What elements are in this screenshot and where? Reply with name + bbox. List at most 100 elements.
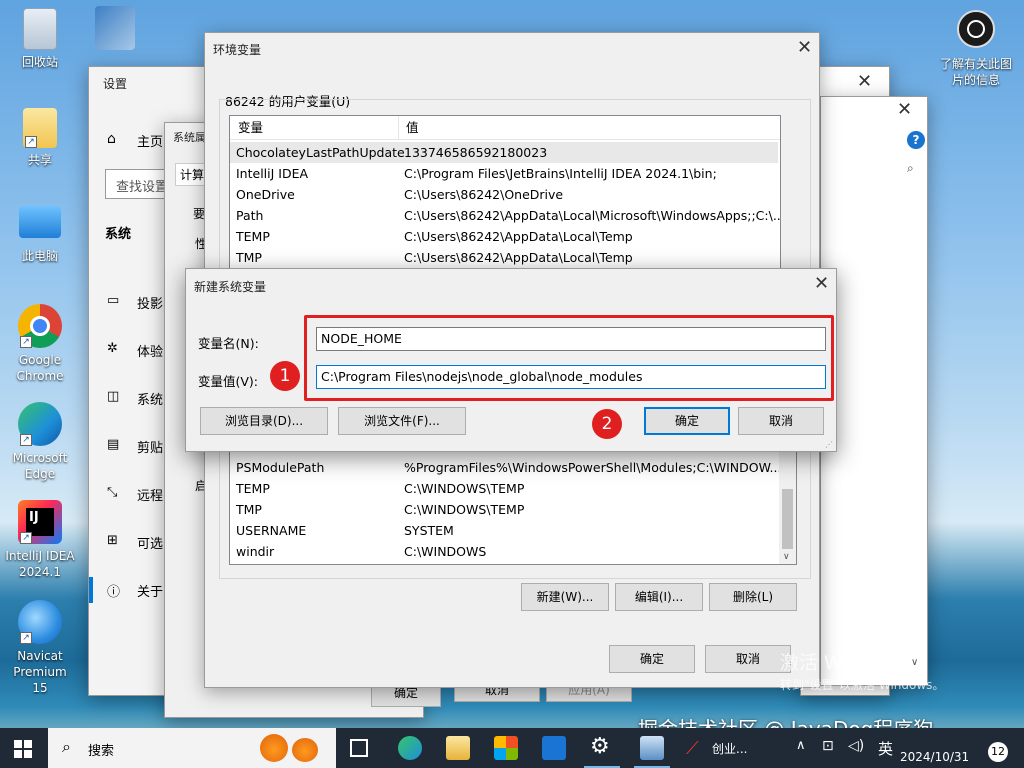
settings-nav-item[interactable]: 投影 [137,293,163,312]
variable-value-label: 变量值(V): [198,374,259,389]
desktop-icon-recycle-bin[interactable]: 回收站 [2,8,78,70]
desktop-icon-installer[interactable] [80,6,150,54]
network-icon[interactable]: ⊡ [822,738,834,754]
table-row[interactable]: TEMP C:\Users\86242\AppData\Local\Temp [230,226,778,247]
column-header-name[interactable]: 变量 [238,116,263,140]
file-explorer-icon[interactable] [446,736,470,760]
projection-icon: ▭ [107,293,120,308]
edge-icon: ↗ [18,402,62,446]
variable-name-input[interactable]: NODE_HOME [316,327,826,351]
folder-icon: ↗ [23,108,57,148]
chevron-down-icon[interactable]: ∨ [911,657,918,668]
learn-about-picture[interactable]: 了解有关此图片的信息 [930,10,1022,88]
resize-grip[interactable]: ⋰ [825,440,833,449]
scrollbar-thumb[interactable] [782,489,793,549]
start-windows-icon[interactable] [14,740,32,758]
tray-expand-icon[interactable]: ∧ [796,738,806,753]
annotation-marker: 2 [592,409,622,439]
activate-windows-title: 激活 Windows [780,652,909,674]
var-value: C:\Users\86242\AppData\Local\Temp [404,229,633,244]
gear-icon[interactable]: ⚙ [590,734,610,759]
settings-nav-item[interactable]: 远程 [137,485,163,504]
experience-icon: ✲ [107,341,118,356]
table-row[interactable]: TMP C:\Users\86242\AppData\Local\Temp [230,247,778,268]
browse-directory-button[interactable]: 浏览目录(D)... [200,407,328,435]
dialog-ok-button[interactable]: 确定 [644,407,730,435]
var-name: PSModulePath [236,460,325,475]
close-icon[interactable]: ✕ [797,39,812,57]
dialog-cancel-button[interactable]: 取消 [738,407,824,435]
var-value: C:\Users\86242\OneDrive [404,187,564,202]
settings-nav-item[interactable]: 剪贴 [137,437,163,456]
taskbar-search-box[interactable]: ⌕ 搜索 [48,728,336,768]
env-window-title: 环境变量 [213,43,262,57]
desktop-icon-chrome[interactable]: ↗ Google Chrome [2,304,78,384]
var-value: SYSTEM [404,523,454,538]
edge-icon[interactable] [398,736,422,760]
task-view-icon[interactable] [350,739,368,757]
table-row[interactable]: ChocolateyLastPathUpdate 133746586592180… [230,142,778,163]
desktop-icon-navicat[interactable]: ↗ Navicat Premium 15 [2,600,78,696]
column-header-value[interactable]: 值 [406,116,419,140]
close-icon[interactable]: ✕ [897,101,912,119]
chrome-icon: ↗ [18,304,62,348]
navicat-icon: ↗ [18,600,62,644]
active-indicator [89,577,93,603]
var-value: C:\Users\86242\AppData\Local\Temp [404,250,633,265]
delete-variable-button[interactable]: 删除(L) [709,583,797,611]
table-row[interactable]: USERNAME SYSTEM [230,520,778,541]
close-icon[interactable]: ✕ [814,275,829,293]
table-row[interactable]: TMP C:\WINDOWS\TEMP [230,499,778,520]
scrollbar[interactable]: ∨ [779,443,796,564]
store-icon[interactable] [494,736,518,760]
new-variable-button[interactable]: 新建(W)... [521,583,609,611]
desktop-icon-share[interactable]: ↗ 共享 [2,108,78,168]
desktop-icon-edge[interactable]: ↗ Microsoft Edge [2,402,78,482]
table-row[interactable]: IntelliJ IDEA C:\Program Files\JetBrains… [230,163,778,184]
settings-nav-item[interactable]: 体验 [137,341,163,360]
home-icon[interactable]: ⌂ [107,131,116,147]
var-value: C:\WINDOWS\TEMP [404,481,525,496]
dialog-title: 新建系统变量 [194,280,267,294]
volume-icon[interactable]: ◁) [848,738,864,754]
edit-variable-button[interactable]: 编辑(I)... [615,583,703,611]
clock-date[interactable]: 2024/10/31 [900,750,969,764]
var-value: C:\WINDOWS\TEMP [404,502,525,517]
settings-nav-item[interactable]: 可选 [137,533,163,552]
notification-badge[interactable]: 12 [988,742,1008,762]
search-icon[interactable]: ⌕ [907,161,923,177]
var-name: windir [236,544,275,559]
chevron-down-icon[interactable]: ∨ [783,552,790,562]
optional-icon: ⊞ [107,533,118,548]
variable-value-input[interactable]: C:\Program Files\nodejs\node_global\node… [316,365,826,389]
camera-circle-icon [957,10,995,48]
desktop-icon-intellij[interactable]: IJ ↗ IntelliJ IDEA 2024.1 [2,500,78,580]
mail-icon[interactable] [542,736,566,760]
settings-home-label[interactable]: 主页 [137,131,163,150]
table-row[interactable]: Path C:\Users\86242\AppData\Local\Micros… [230,205,781,226]
taskbar-search-label: 搜索 [88,744,115,759]
env-cancel-button[interactable]: 取消 [705,645,791,673]
app-chart-icon[interactable]: ⟋ [686,738,699,759]
help-icon[interactable]: ? [907,131,925,149]
settings-nav-item[interactable]: 系统 [137,389,163,408]
close-icon[interactable]: ✕ [857,73,872,91]
table-row[interactable]: OneDrive C:\Users\86242\OneDrive [230,184,778,205]
ime-indicator[interactable]: 英 [878,738,893,759]
settings-nav-item[interactable]: 关于 [137,581,163,600]
table-row[interactable]: PSModulePath %ProgramFiles%\WindowsPower… [230,457,781,478]
desktop-icon-this-pc[interactable]: 此电脑 [2,206,78,264]
taskbar: ⌕ 搜索 ⚙ ⟋ 创业... ∧ ⊡ ◁) 英 2024/10/31 12 [0,728,1024,768]
table-row[interactable]: windir C:\WINDOWS [230,541,778,562]
user-vars-list[interactable]: 变量 值 ChocolateyLastPathUpdate 1337465865… [229,115,781,271]
clipboard-icon: ▤ [107,437,120,452]
var-value: C:\Users\86242\AppData\Local\Microsoft\W… [404,208,781,223]
env-ok-button[interactable]: 确定 [609,645,695,673]
system-vars-list[interactable]: PSModulePath %ProgramFiles%\WindowsPower… [229,443,797,565]
browse-file-button[interactable]: 浏览文件(F)... [338,407,466,435]
system-properties-icon[interactable] [640,736,664,760]
installer-icon [95,6,135,50]
table-row[interactable]: TEMP C:\WINDOWS\TEMP [230,478,778,499]
taskbar-app-label[interactable]: 创业... [712,740,747,757]
var-name: OneDrive [236,187,295,202]
